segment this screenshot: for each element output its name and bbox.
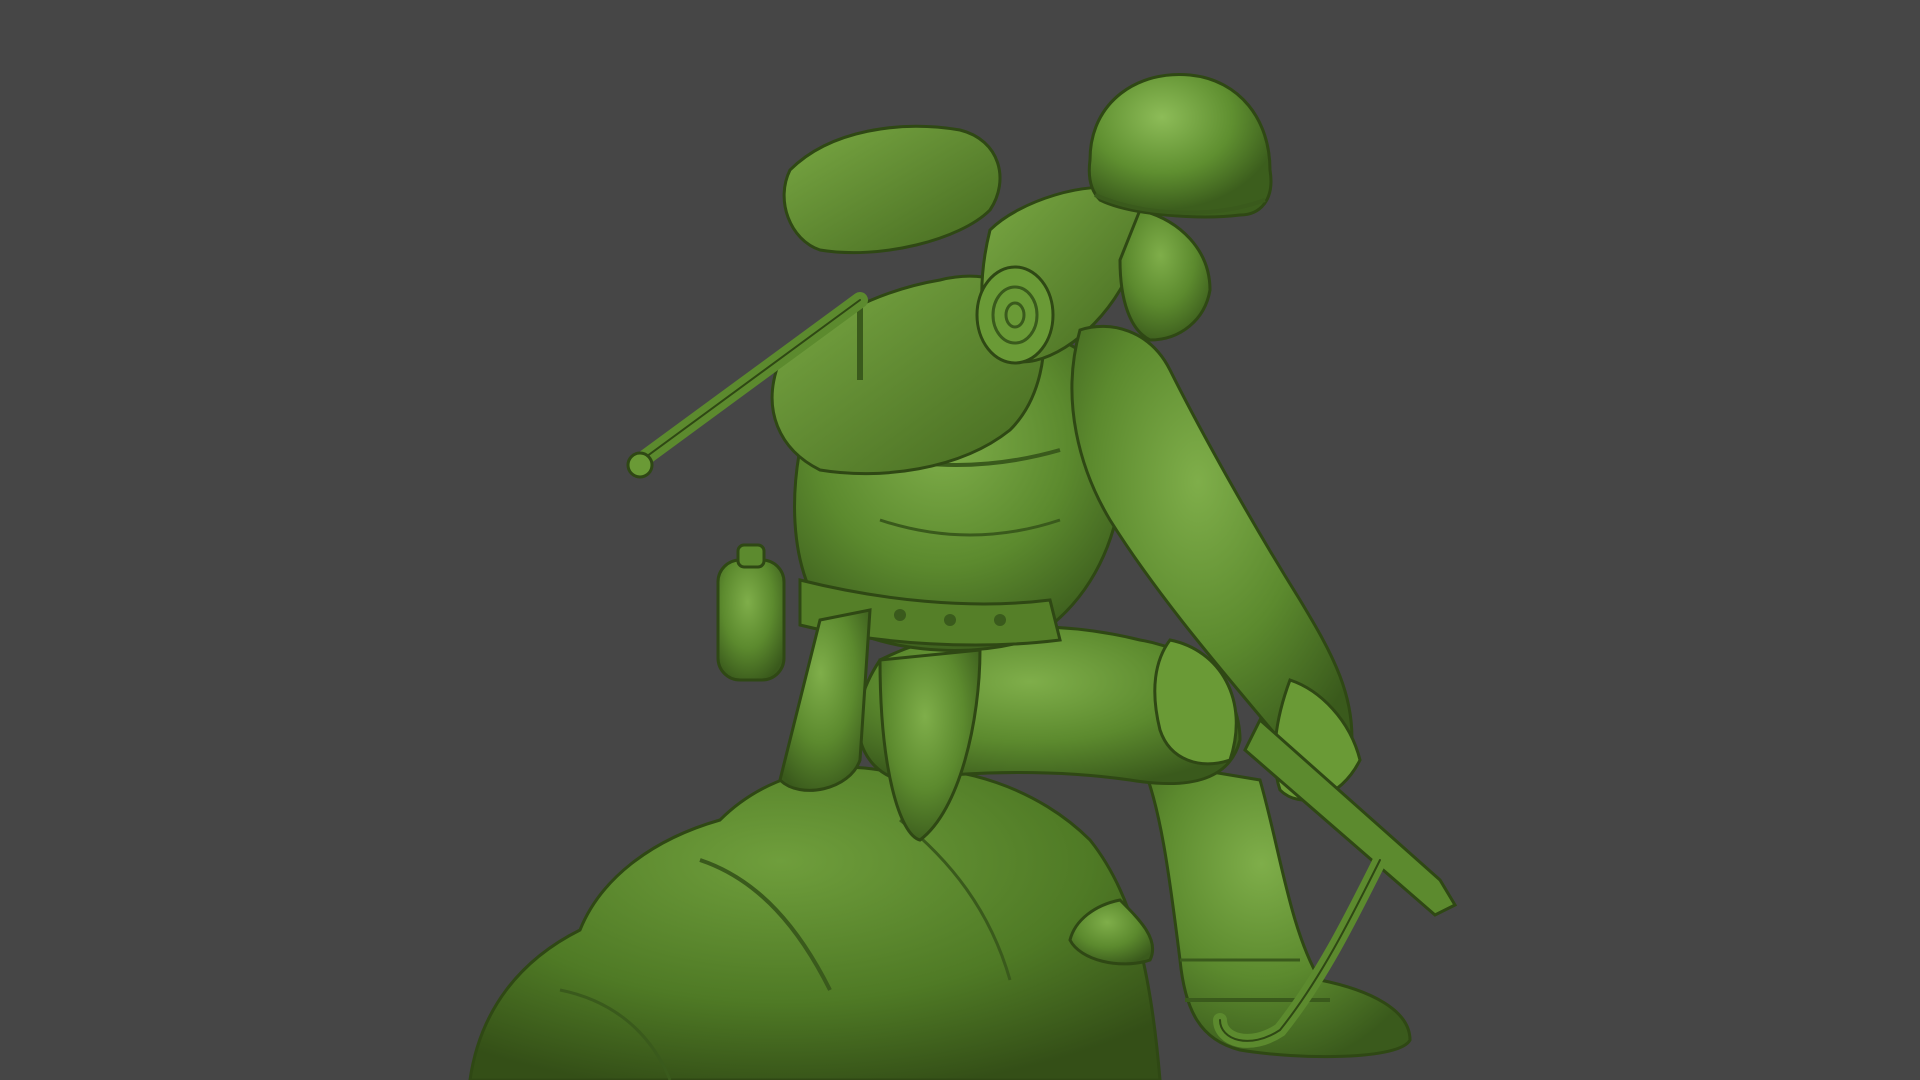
soldier-right-leg [1137, 758, 1412, 1059]
3d-viewport[interactable] [0, 0, 1920, 1080]
canteen [716, 543, 786, 682]
knife-sheath [778, 608, 872, 792]
render-canvas [468, 72, 1458, 1080]
rock-base [468, 766, 1162, 1080]
soldier-head [1087, 72, 1273, 342]
